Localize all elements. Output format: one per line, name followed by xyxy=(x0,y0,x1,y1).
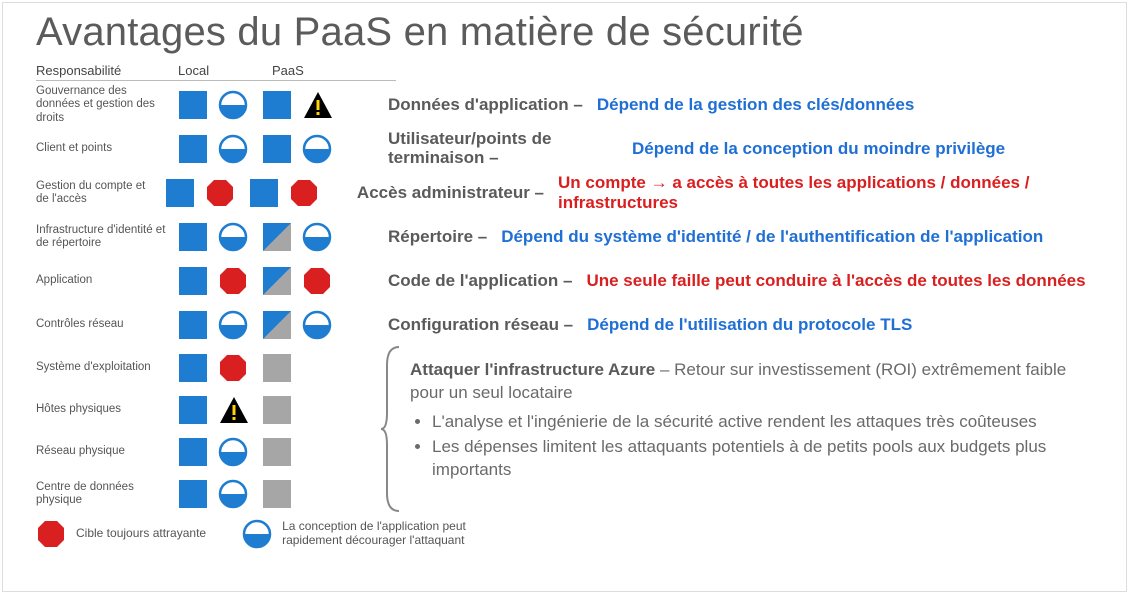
row-label: Système d'exploitation xyxy=(36,361,178,374)
split-square-icon xyxy=(262,222,292,252)
row-name: Utilisateur/points de terminaison – xyxy=(378,130,618,167)
table-row: Système d'exploitation xyxy=(36,345,378,387)
square-blue-icon xyxy=(178,266,208,296)
half-circle-icon xyxy=(218,222,248,252)
table-row: Contrôles réseau Configuration réseau –Dé… xyxy=(36,301,1099,345)
row-label: Contrôles réseau xyxy=(36,318,178,331)
row-name: Code de l'application – xyxy=(378,271,572,291)
square-blue-icon xyxy=(178,437,208,467)
page-title: Avantages du PaaS en matière de sécurité xyxy=(36,10,1099,55)
header-local: Local xyxy=(178,63,272,78)
half-circle-icon xyxy=(218,437,248,467)
split-square-icon xyxy=(262,266,292,296)
half-circle-icon xyxy=(302,134,332,164)
row-description: Dépend de la gestion des clés/données xyxy=(583,95,914,115)
row-label: Réseau physique xyxy=(36,445,178,458)
table-row: Hôtes physiques xyxy=(36,387,378,429)
octagon-icon xyxy=(289,178,319,208)
octagon-icon xyxy=(218,266,248,296)
row-label: Client et points xyxy=(36,142,178,155)
row-description: Un compte → a accès à toutes les applica… xyxy=(544,173,1099,212)
square-blue-icon xyxy=(178,90,208,120)
azure-bullet-1: L'analyse et l'ingénierie de la sécurité… xyxy=(432,411,1099,434)
row-name: Accès administrateur – xyxy=(347,183,544,203)
square-blue-icon xyxy=(262,90,292,120)
square-gray-icon xyxy=(262,353,292,383)
square-blue-icon xyxy=(178,222,208,252)
column-headers: Responsabilité Local PaaS xyxy=(36,63,396,81)
row-label: Hôtes physiques xyxy=(36,403,178,416)
row-name: Configuration réseau – xyxy=(378,315,573,335)
octagon-icon xyxy=(36,519,66,549)
square-blue-icon xyxy=(178,310,208,340)
half-circle-icon xyxy=(302,310,332,340)
warning-triangle-icon xyxy=(302,90,332,120)
half-circle-icon xyxy=(218,479,248,509)
header-paas: PaaS xyxy=(272,63,366,78)
row-name: Répertoire – xyxy=(378,227,487,247)
square-blue-icon xyxy=(178,479,208,509)
row-description: Dépend de la conception du moindre privi… xyxy=(618,139,1005,159)
table-row: Infrastructure d'identité et de répertoi… xyxy=(36,213,1099,257)
row-label: Application xyxy=(36,274,178,287)
half-circle-icon xyxy=(242,519,272,549)
row-label: Gouvernance des données et gestion des d… xyxy=(36,85,178,125)
square-blue-icon xyxy=(178,353,208,383)
legend-half-text: La conception de l'application peut rapi… xyxy=(282,520,502,548)
azure-lead: Attaquer l'infrastructure Azure xyxy=(410,360,655,379)
legend-octagon-text: Cible toujours attrayante xyxy=(76,527,206,541)
octagon-icon xyxy=(218,353,248,383)
table-row: Centre de données physique xyxy=(36,471,378,513)
row-description: Une seule faille peut conduire à l'accès… xyxy=(572,271,1085,291)
table-row: Client et points Utilisateur/points de te… xyxy=(36,125,1099,169)
square-gray-icon xyxy=(262,395,292,425)
row-label: Gestion du compte et de l'accès xyxy=(36,180,165,206)
row-description: Dépend de l'utilisation du protocole TLS xyxy=(573,315,912,335)
warning-triangle-icon xyxy=(218,395,248,425)
split-square-icon xyxy=(262,310,292,340)
row-label: Centre de données physique xyxy=(36,481,178,507)
responsibility-rows-lower: Système d'exploitation Hôtes physiques Rés… xyxy=(36,345,378,513)
square-blue-icon xyxy=(178,134,208,164)
octagon-icon xyxy=(302,266,332,296)
octagon-icon xyxy=(205,178,235,208)
half-circle-icon xyxy=(218,90,248,120)
square-blue-icon xyxy=(262,134,292,164)
brace-icon xyxy=(378,345,404,513)
table-row: Réseau physique xyxy=(36,429,378,471)
responsibility-rows-upper: Gouvernance des données et gestion des d… xyxy=(36,81,1099,345)
square-blue-icon xyxy=(249,178,279,208)
table-row: Gestion du compte et de l'accès Accès adm… xyxy=(36,169,1099,213)
legend: Cible toujours attrayante La conception … xyxy=(36,519,1099,549)
square-gray-icon xyxy=(262,479,292,509)
azure-bullet-2: Les dépenses limitent les attaquants pot… xyxy=(432,436,1099,482)
row-label: Infrastructure d'identité et de répertoi… xyxy=(36,224,178,250)
table-row: Gouvernance des données et gestion des d… xyxy=(36,81,1099,125)
azure-infrastructure-note: Attaquer l'infrastructure Azure – Retour… xyxy=(404,345,1099,513)
half-circle-icon xyxy=(302,222,332,252)
row-name: Données d'application – xyxy=(378,95,583,115)
table-row: Application Code de l'application –Une se… xyxy=(36,257,1099,301)
header-responsibility: Responsabilité xyxy=(36,63,178,78)
row-description: Dépend du système d'identité / de l'auth… xyxy=(487,227,1043,247)
square-blue-icon xyxy=(165,178,195,208)
square-blue-icon xyxy=(178,395,208,425)
half-circle-icon xyxy=(218,310,248,340)
half-circle-icon xyxy=(218,134,248,164)
square-gray-icon xyxy=(262,437,292,467)
